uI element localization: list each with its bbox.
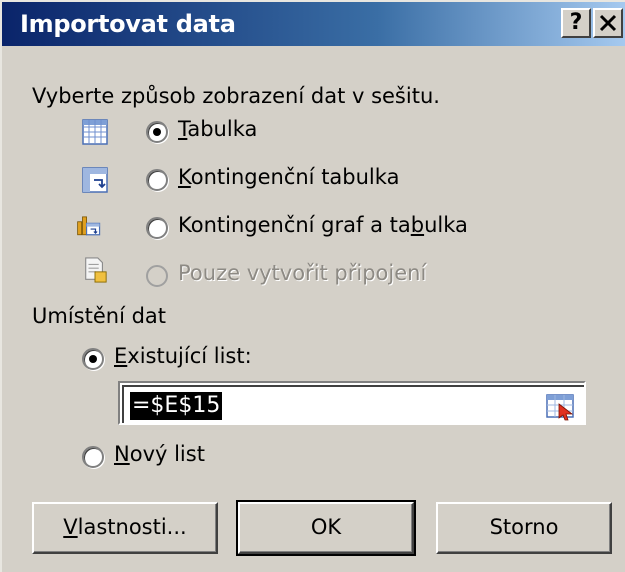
option-pivot-table-label: Kontingenční tabulka	[178, 165, 400, 189]
option-connection-only-label: Pouze vytvořit připojení	[178, 261, 427, 285]
option-pivot-table-radio[interactable]	[146, 169, 168, 191]
range-input[interactable]: =$E$15	[118, 381, 586, 425]
option-pivot-chart-label: Kontingenční graf a tabulka	[178, 213, 468, 237]
location-heading: Umístění dat	[32, 304, 167, 328]
title-bar[interactable]: Importovat data ?	[2, 2, 625, 46]
connection-only-icon	[85, 257, 107, 283]
pivot-chart-icon	[77, 216, 101, 236]
new-sheet-radio[interactable]	[82, 446, 104, 468]
option-connection-only-radio	[146, 265, 168, 287]
table-icon	[82, 119, 108, 145]
existing-sheet-radio[interactable]	[82, 348, 104, 370]
dialog-title: Importovat data	[20, 10, 236, 38]
close-button[interactable]	[593, 8, 623, 38]
existing-sheet-label: Existující list:	[114, 344, 252, 368]
properties-button[interactable]: Vlastnosti...	[32, 502, 218, 554]
ok-button[interactable]: OK	[236, 500, 416, 556]
range-value[interactable]: =$E$15	[130, 392, 223, 420]
option-table-label: Tabulka	[178, 117, 258, 141]
import-data-dialog: Importovat data ? Vyberte způsob zobraze…	[0, 0, 625, 572]
close-icon	[599, 14, 617, 32]
view-prompt: Vyberte způsob zobrazení dat v sešitu.	[32, 84, 440, 108]
help-button[interactable]: ?	[561, 8, 591, 38]
pivot-table-icon	[82, 167, 108, 193]
collapse-dialog-icon[interactable]	[544, 392, 578, 422]
option-pivot-chart-radio[interactable]	[146, 217, 168, 239]
option-table-radio[interactable]	[146, 121, 168, 143]
new-sheet-label: Nový list	[114, 442, 205, 466]
cancel-button[interactable]: Storno	[436, 502, 612, 554]
